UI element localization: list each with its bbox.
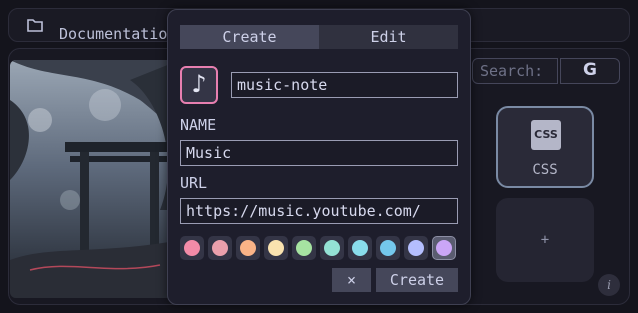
add-bookmark-button[interactable]: + [496,198,594,282]
color-swatch[interactable] [348,236,372,260]
color-swatch[interactable] [320,236,344,260]
close-button[interactable]: × [332,268,371,292]
color-swatch[interactable] [264,236,288,260]
color-dot [296,240,312,256]
color-dot [436,240,452,256]
url-label: URL [180,174,208,192]
tab-edit[interactable]: Edit [319,25,458,49]
name-field[interactable] [180,140,458,166]
color-dot [408,240,424,256]
color-dot [324,240,340,256]
color-dot [240,240,256,256]
name-label: NAME [180,116,217,134]
bookmark-dialog: Create Edit ♪ NAME URL × Create [167,9,471,305]
color-swatch[interactable] [208,236,232,260]
breadcrumb[interactable]: Documentation [59,25,179,43]
url-field[interactable] [180,198,458,224]
create-button[interactable]: Create [376,268,458,292]
color-dot [184,240,200,256]
tab-create[interactable]: Create [180,25,319,49]
color-swatch[interactable] [236,236,260,260]
folder-icon [27,19,43,32]
color-dot [212,240,228,256]
color-picker [180,236,460,262]
color-swatch[interactable] [404,236,428,260]
search-input[interactable]: Search: [472,58,558,84]
music-note-icon[interactable]: ♪ [180,66,218,104]
bookmark-tile-css[interactable]: CSS CSS [496,106,594,188]
search-engine-button[interactable]: G [560,58,620,84]
color-swatch[interactable] [180,236,204,260]
color-dot [352,240,368,256]
tile-label: CSS [532,162,558,178]
color-swatch[interactable] [432,236,456,260]
wallpaper-image [10,60,180,298]
icon-name-field[interactable] [231,72,458,98]
info-button[interactable]: i [598,274,620,296]
color-swatch[interactable] [376,236,400,260]
color-dot [380,240,396,256]
css-icon: CSS [531,120,561,150]
color-dot [268,240,284,256]
color-swatch[interactable] [292,236,316,260]
